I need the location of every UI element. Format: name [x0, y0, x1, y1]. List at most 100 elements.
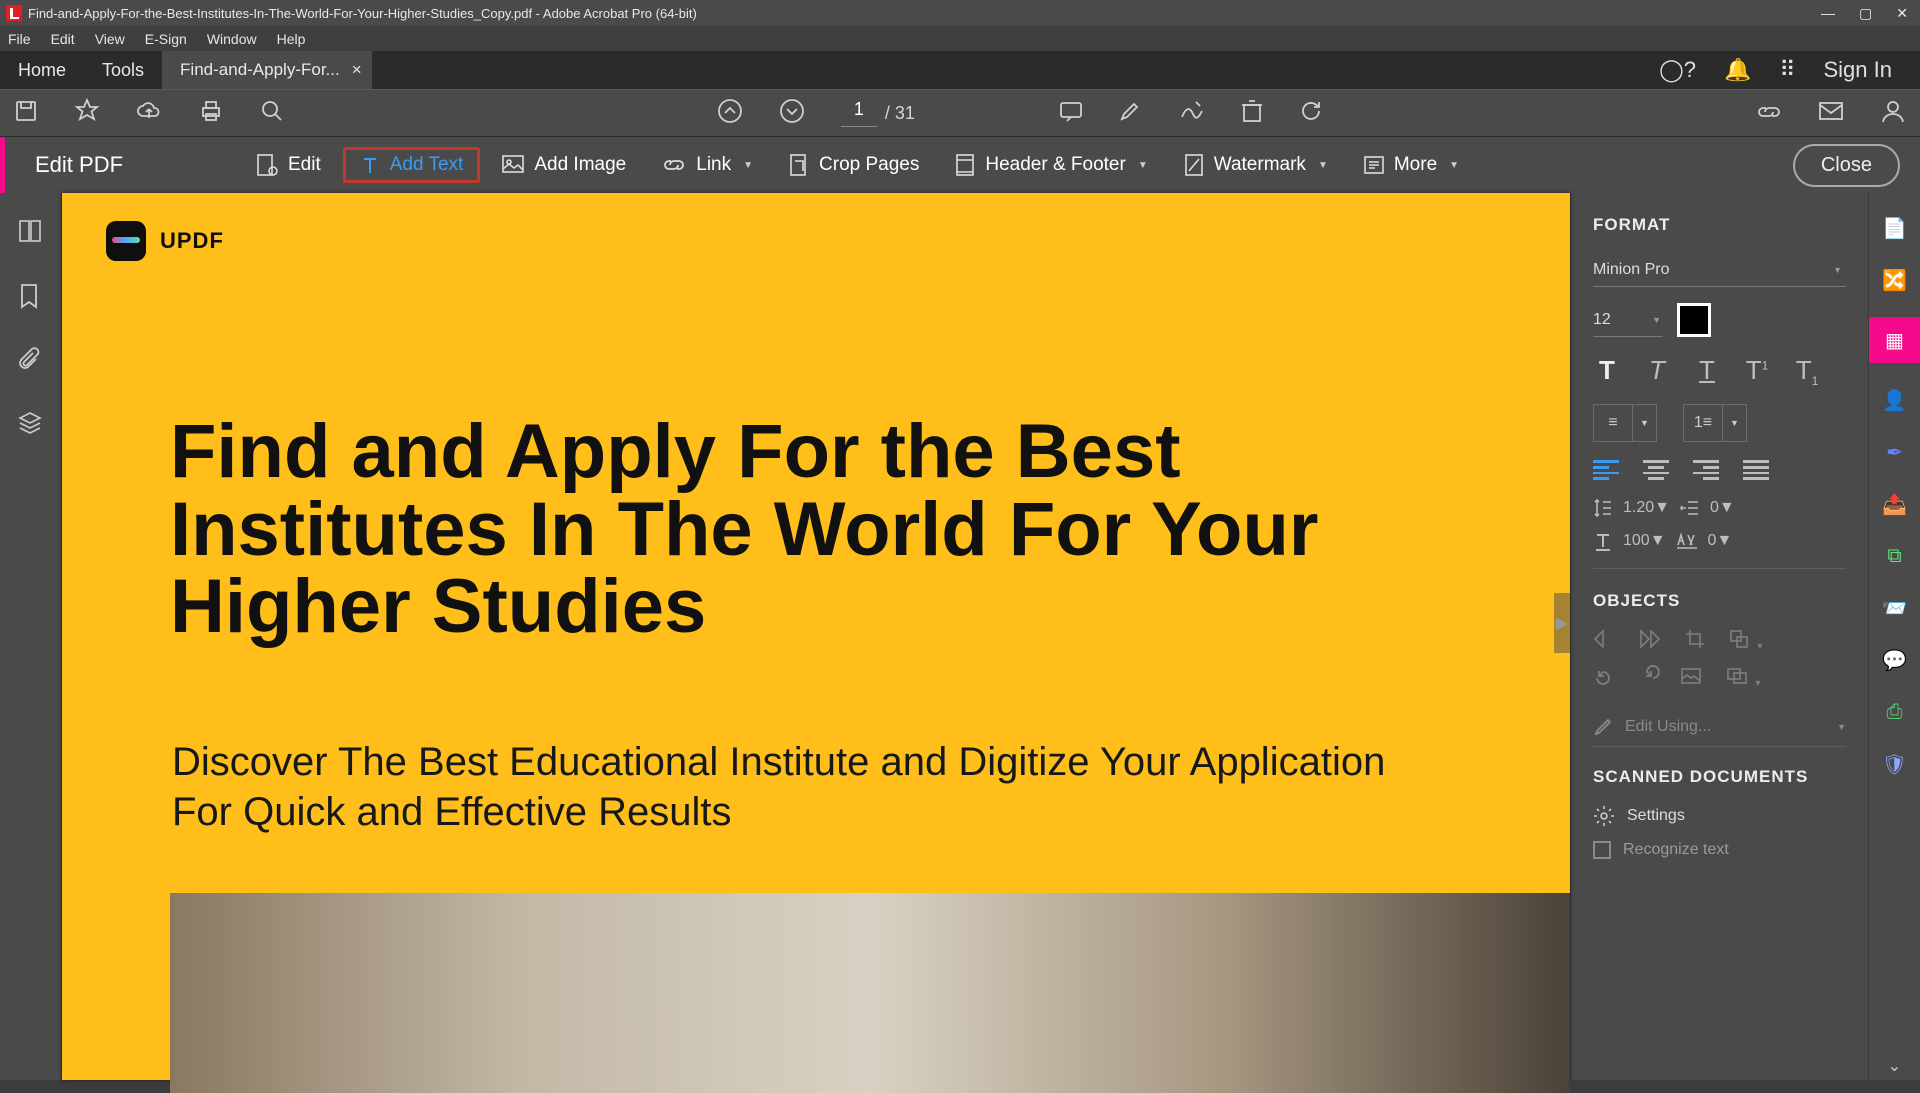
numbered-list-button[interactable]: 1≡▼ — [1683, 404, 1747, 442]
settings-button[interactable]: Settings — [1593, 805, 1846, 827]
layers-icon[interactable] — [18, 411, 44, 437]
recognize-text-checkbox[interactable]: Recognize text — [1593, 841, 1846, 859]
highlight-icon[interactable] — [1119, 99, 1143, 128]
menu-view[interactable]: View — [95, 31, 125, 47]
bold-icon[interactable]: T — [1593, 355, 1621, 388]
flip-v-icon[interactable] — [1639, 629, 1661, 654]
scan-icon[interactable]: ⎙ — [1880, 697, 1910, 727]
edit-tool-icon[interactable]: ▦ — [1869, 317, 1920, 363]
pdf-page[interactable]: UPDF Find and Apply For the Best Institu… — [62, 193, 1570, 1080]
format-heading: FORMAT — [1593, 215, 1846, 235]
hscale-field[interactable]: 100▼ — [1623, 532, 1666, 550]
more-button[interactable]: More▼ — [1350, 150, 1473, 180]
total-pages: / 31 — [885, 103, 915, 124]
link-button[interactable]: Link▼ — [648, 150, 767, 180]
page-number-field[interactable]: 1 / 31 — [841, 99, 915, 127]
font-color-swatch[interactable] — [1677, 303, 1711, 337]
hscale-icon — [1593, 532, 1613, 550]
print-icon[interactable] — [198, 99, 224, 128]
menu-edit[interactable]: Edit — [51, 31, 75, 47]
align-justify-icon[interactable] — [1743, 460, 1769, 480]
share-link-icon[interactable] — [1756, 100, 1782, 127]
minimize-button[interactable]: — — [1821, 5, 1835, 22]
menu-file[interactable]: File — [8, 31, 31, 47]
rotate-ccw-icon[interactable] — [1593, 668, 1613, 693]
crop-icon[interactable] — [1685, 629, 1705, 654]
thumbnails-icon[interactable] — [18, 219, 44, 245]
font-size-field[interactable]: 12▼ — [1593, 303, 1663, 337]
edit-button[interactable]: Edit — [242, 149, 335, 181]
save-icon[interactable] — [14, 99, 38, 128]
cloud-upload-icon[interactable] — [136, 100, 162, 127]
export-icon[interactable]: 📤 — [1880, 489, 1910, 519]
maximize-button[interactable]: ▢ — [1859, 5, 1872, 22]
add-image-button[interactable]: Add Image — [488, 150, 640, 180]
rotate-icon[interactable] — [1299, 99, 1323, 128]
arrange-icon[interactable]: ▼ — [1729, 629, 1764, 654]
comment-tool-icon[interactable]: 💬 — [1880, 645, 1910, 675]
create-pdf-icon[interactable]: 📄 — [1880, 213, 1910, 243]
collapse-rail-icon[interactable]: ⌄ — [1869, 1052, 1920, 1080]
tracking-field[interactable]: 0▼ — [1708, 532, 1733, 550]
sign-icon[interactable]: 👤 — [1880, 385, 1910, 415]
window-controls: — ▢ ✕ — [1821, 5, 1908, 22]
notifications-icon[interactable]: 🔔 — [1724, 57, 1751, 83]
page-down-icon[interactable] — [779, 98, 805, 129]
add-text-button[interactable]: Add Text — [343, 147, 481, 183]
arrange-behind-icon[interactable]: ▼ — [1727, 668, 1762, 693]
document-canvas[interactable]: ◀ UPDF Find and Apply For the Best Insti… — [62, 193, 1570, 1080]
indent-field[interactable]: 0▼ — [1710, 499, 1735, 517]
protect-icon[interactable]: 🛡 — [1880, 749, 1910, 779]
apps-grid-icon[interactable]: ⠿ — [1779, 57, 1795, 83]
align-center-icon[interactable] — [1643, 460, 1669, 480]
line-height-icon — [1593, 498, 1613, 518]
line-height-field[interactable]: 1.20▼ — [1623, 499, 1670, 517]
close-edit-button[interactable]: Close — [1793, 144, 1900, 187]
menu-window[interactable]: Window — [207, 31, 257, 47]
replace-image-icon[interactable] — [1681, 668, 1703, 693]
tab-home[interactable]: Home — [0, 51, 84, 89]
star-icon[interactable] — [74, 98, 100, 129]
attachment-icon[interactable] — [18, 347, 44, 373]
font-select[interactable]: Minion Pro▼ — [1593, 253, 1846, 287]
tab-document[interactable]: Find-and-Apply-For... × — [162, 51, 372, 89]
window-title: Find-and-Apply-For-the-Best-Institutes-I… — [28, 6, 1821, 21]
menu-esign[interactable]: E-Sign — [145, 31, 187, 47]
watermark-button[interactable]: Watermark▼ — [1170, 149, 1342, 181]
send-comments-icon[interactable]: 📨 — [1880, 593, 1910, 623]
draw-icon[interactable] — [1179, 99, 1205, 128]
format-panel: FORMAT Minion Pro▼ 12▼ T T T T1 T1 ≡▼ 1≡… — [1570, 193, 1868, 1080]
sign-in-link[interactable]: Sign In — [1824, 57, 1893, 83]
edit-using-select[interactable]: Edit Using... ▼ — [1593, 707, 1846, 747]
rotate-cw-icon[interactable] — [1637, 668, 1657, 693]
organize-icon[interactable]: ⧉ — [1880, 541, 1910, 571]
help-icon[interactable]: ◯? — [1659, 57, 1696, 83]
tab-tools[interactable]: Tools — [84, 51, 162, 89]
bullet-list-button[interactable]: ≡▼ — [1593, 404, 1657, 442]
align-left-icon[interactable] — [1593, 460, 1619, 480]
combine-icon[interactable]: 🔀 — [1880, 265, 1910, 295]
fill-sign-icon[interactable]: ✒ — [1880, 437, 1910, 467]
flip-h-icon[interactable] — [1593, 629, 1615, 654]
tab-close-button[interactable]: × — [352, 60, 362, 80]
right-panel-collapse[interactable]: ▶ — [1554, 593, 1570, 653]
page-up-icon[interactable] — [717, 98, 743, 129]
italic-icon[interactable]: T — [1643, 355, 1671, 388]
header-footer-button[interactable]: Header & Footer▼ — [941, 149, 1161, 181]
account-icon[interactable] — [1880, 98, 1906, 129]
close-window-button[interactable]: ✕ — [1896, 5, 1908, 22]
align-right-icon[interactable] — [1693, 460, 1719, 480]
bookmark-icon[interactable] — [18, 283, 44, 309]
delete-icon[interactable] — [1241, 99, 1263, 128]
menu-help[interactable]: Help — [277, 31, 306, 47]
main-area: ◀ UPDF Find and Apply For the Best Insti… — [0, 193, 1920, 1080]
current-page[interactable]: 1 — [841, 99, 877, 127]
comment-icon[interactable] — [1059, 99, 1083, 128]
crop-pages-button[interactable]: Crop Pages — [775, 149, 933, 181]
underline-icon[interactable]: T — [1693, 355, 1721, 388]
subscript-icon[interactable]: T1 — [1793, 355, 1821, 388]
superscript-icon[interactable]: T1 — [1743, 355, 1771, 388]
document-subhead: Discover The Best Educational Institute … — [172, 737, 1450, 837]
email-icon[interactable] — [1818, 100, 1844, 127]
search-icon[interactable] — [260, 99, 284, 128]
